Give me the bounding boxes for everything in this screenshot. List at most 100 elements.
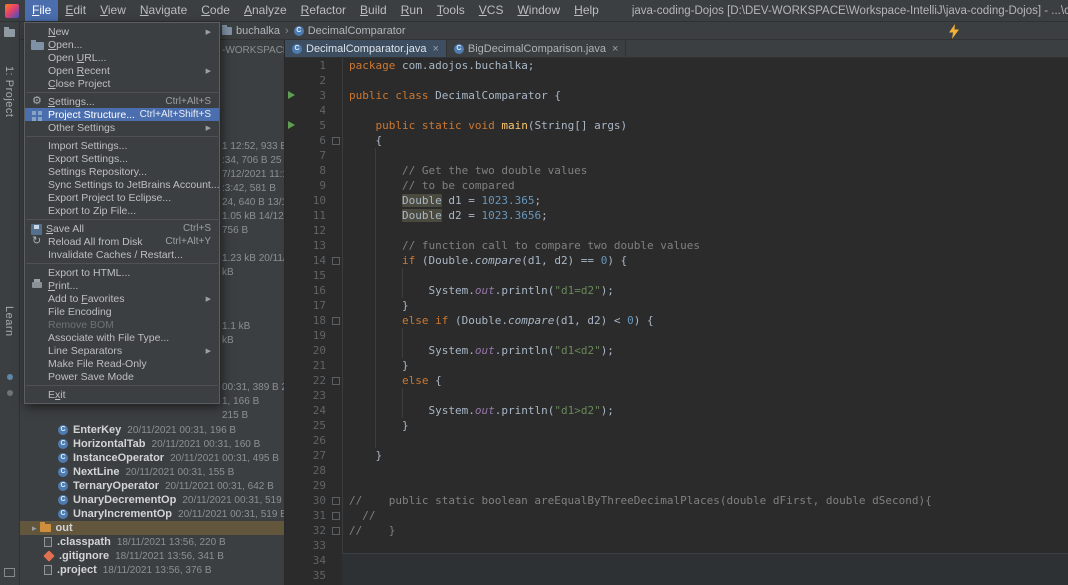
code-line[interactable] (349, 388, 1068, 403)
code-line[interactable]: } (349, 358, 1068, 373)
tree-item-ternaryoperator[interactable]: TernaryOperator20/11/2021 00:31, 642 B (20, 479, 284, 493)
tab-bigdecimalcomparison-java[interactable]: BigDecimalComparison.java× (447, 40, 627, 57)
menubar-item-window[interactable]: Window (510, 0, 567, 21)
menu-item-reload-all-from-disk[interactable]: Reload All from DiskCtrl+Alt+Y (25, 235, 219, 248)
line-number[interactable]: 16 (298, 283, 328, 298)
menu-item-settings-repository[interactable]: Settings Repository... (25, 165, 219, 178)
bottom-tool-icon[interactable] (4, 568, 15, 577)
tool-window-button-learn[interactable]: Learn (3, 306, 15, 337)
line-number[interactable]: 12 (298, 223, 328, 238)
tree-row-fragment[interactable]: 1, 166 B (222, 395, 259, 409)
menu-item-open-recent[interactable]: Open Recent▶ (25, 64, 219, 77)
menu-item-open[interactable]: Open... (25, 38, 219, 51)
menu-item-invalidate-caches-restart[interactable]: Invalidate Caches / Restart... (25, 248, 219, 261)
code-line[interactable]: { (349, 133, 1068, 148)
line-number[interactable]: 34 (298, 553, 328, 568)
tree-item-enterkey[interactable]: EnterKey20/11/2021 00:31, 196 B (20, 423, 284, 437)
line-number[interactable]: 7 (298, 148, 328, 163)
tree-row-fragment[interactable]: 00:31, 389 B 20/11/2 (222, 381, 285, 395)
code-line[interactable]: System.out.println("d1=d2"); (349, 283, 1068, 298)
code-line[interactable]: } (349, 298, 1068, 313)
code-line[interactable]: } (349, 418, 1068, 433)
code-line[interactable] (349, 103, 1068, 118)
menu-item-print[interactable]: Print... (25, 279, 219, 292)
breadcrumb-buchalka[interactable]: buchalka (222, 25, 280, 37)
code-line[interactable]: else if (Double.compare(d1, d2) < 0) { (349, 313, 1068, 328)
tree-item-unarydecrementop[interactable]: UnaryDecrementOp20/11/2021 00:31, 519 B (20, 493, 284, 507)
line-number[interactable]: 5 (298, 118, 328, 133)
tree-item-horizontaltab[interactable]: HorizontalTab20/11/2021 00:31, 160 B (20, 437, 284, 451)
line-number[interactable]: 23 (298, 388, 328, 403)
fold-marker-icon[interactable] (328, 523, 342, 538)
close-icon[interactable]: × (432, 43, 438, 55)
line-number[interactable]: 21 (298, 358, 328, 373)
code-line[interactable] (349, 73, 1068, 88)
menu-item-close-project[interactable]: Close Project (25, 77, 219, 90)
breadcrumb-decimalcomparator[interactable]: DecimalComparator (294, 25, 406, 37)
code-line[interactable]: Double d2 = 1023.3656; (349, 208, 1068, 223)
menu-item-power-save-mode[interactable]: Power Save Mode (25, 370, 219, 383)
line-number[interactable]: 26 (298, 433, 328, 448)
code-line[interactable] (349, 223, 1068, 238)
line-number[interactable]: 27 (298, 448, 328, 463)
line-number[interactable]: 2 (298, 73, 328, 88)
menubar-item-vcs[interactable]: VCS (472, 0, 511, 21)
code-line[interactable]: public static void main(String[] args) (349, 118, 1068, 133)
tree-row-fragment[interactable]: :3:42, 581 B (222, 182, 276, 196)
menubar-item-code[interactable]: Code (194, 0, 237, 21)
line-number[interactable]: 33 (298, 538, 328, 553)
line-number[interactable]: 25 (298, 418, 328, 433)
menu-item-sync-settings-to-jetbrains-account[interactable]: Sync Settings to JetBrains Account... (25, 178, 219, 191)
menu-item-add-to-favorites[interactable]: Add to Favorites▶ (25, 292, 219, 305)
code-line[interactable] (349, 433, 1068, 448)
tree-row-fragment[interactable]: 756 B (222, 224, 248, 238)
tree-item-out[interactable]: ▸out (20, 521, 284, 535)
menubar-item-tools[interactable]: Tools (430, 0, 472, 21)
menu-item-settings[interactable]: Settings...Ctrl+Alt+S (25, 95, 219, 108)
menubar-item-edit[interactable]: Edit (58, 0, 93, 21)
menu-item-export-to-html[interactable]: Export to HTML... (25, 266, 219, 279)
code-line[interactable]: if (Double.compare(d1, d2) == 0) { (349, 253, 1068, 268)
code-line[interactable] (349, 148, 1068, 163)
close-icon[interactable]: × (612, 43, 618, 55)
line-number[interactable]: 22 (298, 373, 328, 388)
line-number[interactable]: 8 (298, 163, 328, 178)
tree-row-fragment[interactable]: 1.05 kB 14/12/2021 (222, 210, 285, 224)
line-number[interactable]: 19 (298, 328, 328, 343)
menubar-item-help[interactable]: Help (567, 0, 606, 21)
line-number[interactable]: 24 (298, 403, 328, 418)
line-number[interactable]: 32 (298, 523, 328, 538)
menu-item-export-settings[interactable]: Export Settings... (25, 152, 219, 165)
code-line[interactable]: System.out.println("d1<d2"); (349, 343, 1068, 358)
line-number[interactable]: 11 (298, 208, 328, 223)
line-number[interactable]: 1 (298, 58, 328, 73)
line-number[interactable]: 35 (298, 568, 328, 583)
tree-item-classpath[interactable]: .classpath18/11/2021 13:56, 220 B (20, 535, 284, 549)
fold-marker-icon[interactable] (328, 253, 342, 268)
menu-item-open-url[interactable]: Open URL... (25, 51, 219, 64)
code-line[interactable]: else { (349, 373, 1068, 388)
line-number[interactable]: 30 (298, 493, 328, 508)
code-line[interactable]: // to be compared (349, 178, 1068, 193)
tool-window-button-project[interactable]: 1: Project (3, 66, 15, 117)
line-number[interactable]: 14 (298, 253, 328, 268)
tab-decimalcomparator-java[interactable]: DecimalComparator.java× (285, 40, 447, 57)
line-number[interactable]: 17 (298, 298, 328, 313)
menu-item-line-separators[interactable]: Line Separators▶ (25, 344, 219, 357)
code-line[interactable] (349, 328, 1068, 343)
code-line[interactable]: // public static boolean areEqualByThree… (349, 493, 1068, 508)
code-line[interactable]: Double d1 = 1023.365; (349, 193, 1068, 208)
code-line[interactable]: // function call to compare two double v… (349, 238, 1068, 253)
code-line[interactable] (349, 463, 1068, 478)
code-line[interactable]: System.out.println("d1>d2"); (349, 403, 1068, 418)
code-line[interactable] (349, 268, 1068, 283)
tree-row-fragment[interactable]: 1.23 kB 20/11/2021 (222, 252, 285, 266)
code-line[interactable]: // Get the two double values (349, 163, 1068, 178)
line-number[interactable]: 3 (298, 88, 328, 103)
tree-item-nextline[interactable]: NextLine20/11/2021 00:31, 155 B (20, 465, 284, 479)
menu-item-associate-with-file-type[interactable]: Associate with File Type... (25, 331, 219, 344)
menubar-item-file[interactable]: File (25, 0, 58, 21)
quickfix-bolt-icon[interactable] (948, 24, 960, 39)
code-line[interactable]: } (349, 448, 1068, 463)
tree-item-project[interactable]: .project18/11/2021 13:56, 376 B (20, 563, 284, 577)
